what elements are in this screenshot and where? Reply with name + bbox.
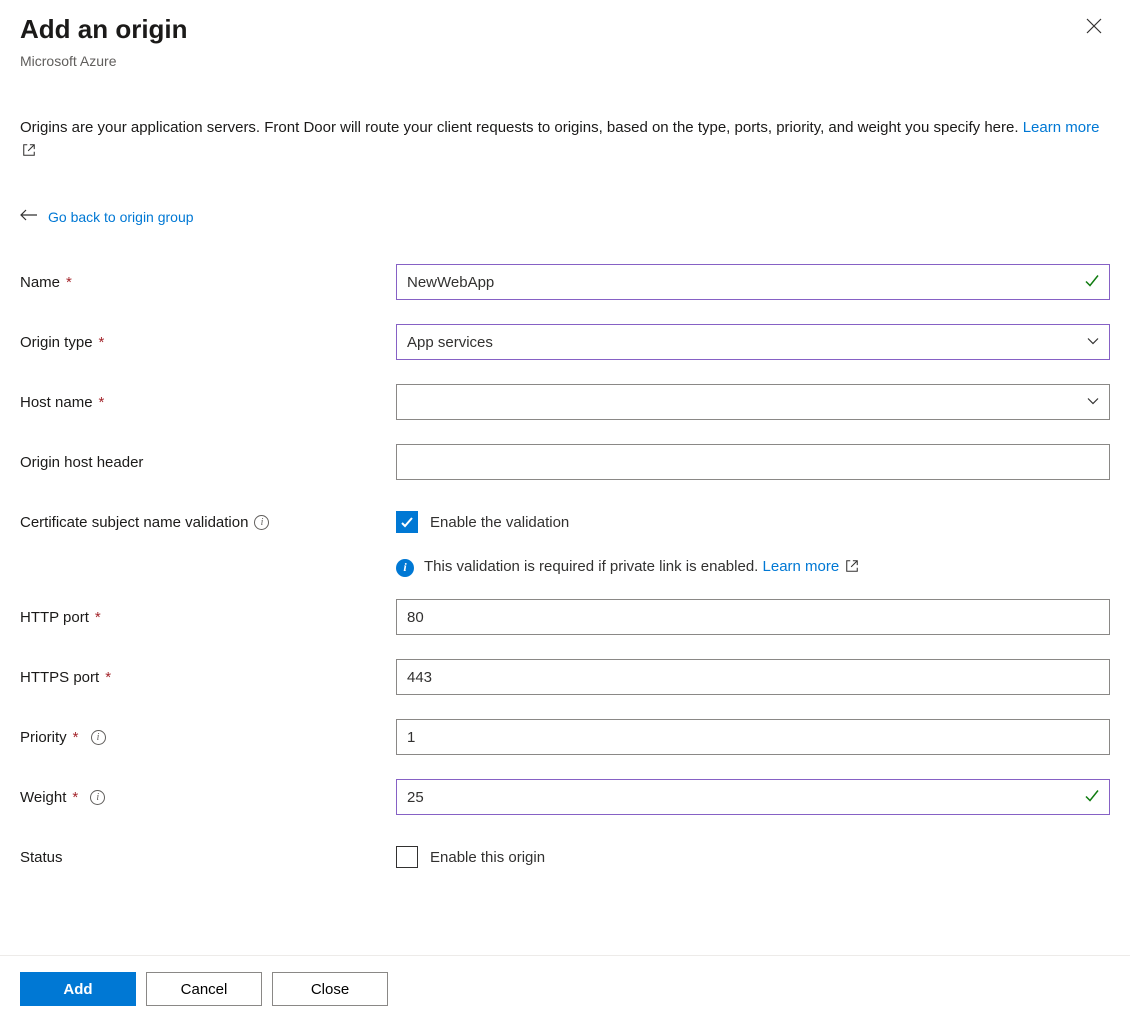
description-text: Origins are your application servers. Fr… <box>20 119 1023 136</box>
host-header-label: Origin host header <box>20 454 143 471</box>
add-button[interactable]: Add <box>20 972 136 1006</box>
external-link-icon <box>22 142 36 165</box>
cancel-button[interactable]: Cancel <box>146 972 262 1006</box>
priority-input[interactable] <box>396 719 1110 755</box>
check-icon <box>1084 788 1100 807</box>
cert-validation-label: Certificate subject name validation <box>20 514 248 531</box>
name-input[interactable] <box>396 264 1110 300</box>
https-port-input[interactable] <box>396 659 1110 695</box>
arrow-left-icon <box>20 208 38 226</box>
info-icon[interactable]: i <box>90 790 105 805</box>
enable-origin-label: Enable this origin <box>430 849 545 866</box>
enable-validation-checkbox[interactable] <box>396 511 418 533</box>
https-port-label: HTTPS port <box>20 669 99 686</box>
required-indicator: * <box>99 394 105 411</box>
name-label: Name <box>20 274 60 291</box>
required-indicator: * <box>95 609 101 626</box>
back-to-origin-group-link[interactable]: Go back to origin group <box>48 209 194 225</box>
required-indicator: * <box>66 274 72 291</box>
priority-label: Priority <box>20 729 67 746</box>
enable-validation-label: Enable the validation <box>430 514 569 531</box>
required-indicator: * <box>72 789 78 806</box>
panel-description: Origins are your application servers. Fr… <box>20 117 1110 164</box>
info-blue-icon: i <box>396 559 414 577</box>
close-button[interactable]: Close <box>272 972 388 1006</box>
host-name-select[interactable] <box>396 384 1110 420</box>
info-icon[interactable]: i <box>91 730 106 745</box>
required-indicator: * <box>73 729 79 746</box>
info-icon[interactable]: i <box>254 515 269 530</box>
http-port-label: HTTP port <box>20 609 89 626</box>
origin-type-select[interactable]: App services <box>396 324 1110 360</box>
host-name-label: Host name <box>20 394 93 411</box>
weight-label: Weight <box>20 789 66 806</box>
check-icon <box>1084 273 1100 292</box>
required-indicator: * <box>105 669 111 686</box>
weight-input[interactable] <box>396 779 1110 815</box>
panel-subtitle: Microsoft Azure <box>20 53 188 69</box>
external-link-icon <box>845 559 859 577</box>
http-port-input[interactable] <box>396 599 1110 635</box>
host-header-input[interactable] <box>396 444 1110 480</box>
validation-info-text: This validation is required if private l… <box>424 558 859 577</box>
origin-type-label: Origin type <box>20 334 93 351</box>
enable-origin-checkbox[interactable] <box>396 846 418 868</box>
status-label: Status <box>20 849 63 866</box>
close-icon[interactable] <box>1078 14 1110 40</box>
required-indicator: * <box>99 334 105 351</box>
validation-learn-more-link[interactable]: Learn more <box>763 558 860 575</box>
panel-title: Add an origin <box>20 14 188 45</box>
origin-type-value: App services <box>407 334 493 351</box>
